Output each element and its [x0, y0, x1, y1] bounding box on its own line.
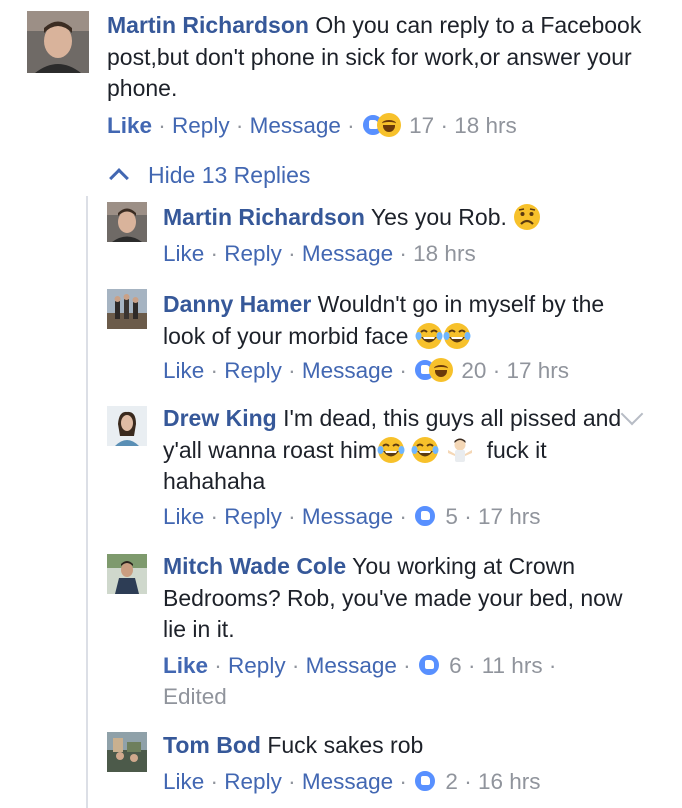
hide-replies-link[interactable]: Hide 13 Replies: [109, 160, 311, 190]
timestamp[interactable]: 17 hrs: [478, 504, 541, 529]
author-name[interactable]: Martin Richardson: [107, 12, 309, 38]
tears-of-joy-icon: [411, 436, 439, 463]
reaction-count[interactable]: 5: [445, 504, 458, 529]
tears-of-joy-icon: [377, 436, 405, 463]
reply-button[interactable]: Reply: [224, 358, 282, 383]
reaction-count[interactable]: 6: [449, 653, 462, 678]
author-name[interactable]: Mitch Wade Cole: [163, 553, 346, 579]
comment-text: Yes you Rob.: [370, 204, 507, 230]
reactions-icon[interactable]: [416, 653, 443, 677]
hide-replies-label: Hide 13 Replies: [148, 162, 311, 188]
message-button[interactable]: Message: [302, 769, 393, 794]
like-button[interactable]: Like: [107, 113, 152, 138]
top-comment: Martin Richardson Oh you can reply to a …: [0, 0, 682, 150]
avatar[interactable]: [107, 289, 147, 329]
avatar[interactable]: [27, 11, 89, 73]
comment-body: Martin Richardson Yes you Rob.: [163, 202, 643, 234]
timestamp[interactable]: 17 hrs: [506, 358, 569, 383]
author-name[interactable]: Danny Hamer: [163, 291, 311, 317]
edited-text[interactable]: Edited: [163, 684, 227, 709]
avatar[interactable]: [107, 406, 147, 446]
like-reaction-icon: [413, 769, 438, 793]
message-button[interactable]: Message: [250, 113, 341, 138]
reaction-count[interactable]: 20: [461, 358, 486, 383]
sad-face-icon: [514, 204, 541, 230]
avatar[interactable]: [107, 202, 147, 242]
author-name[interactable]: Drew King: [163, 405, 277, 431]
comment-body: Tom Bod Fuck sakes rob: [163, 730, 633, 762]
message-button[interactable]: Message: [306, 653, 397, 678]
comment-body: Drew King I'm dead, this guys all pissed…: [163, 403, 633, 498]
author-name[interactable]: Martin Richardson: [163, 204, 365, 230]
man-shrugging-icon: [447, 438, 472, 462]
comment-actions: Like · Reply · Message · 2 · 16 hrs: [163, 769, 541, 794]
timestamp[interactable]: 18 hrs: [454, 113, 517, 138]
like-button[interactable]: Like: [163, 241, 204, 266]
reply-button[interactable]: Reply: [228, 653, 286, 678]
reply-button[interactable]: Reply: [172, 113, 230, 138]
comment-text: Fuck sakes rob: [267, 732, 424, 758]
message-button[interactable]: Message: [302, 504, 393, 529]
thread-divider: [86, 196, 88, 808]
comment-body: Martin Richardson Oh you can reply to a …: [107, 10, 667, 105]
comment-actions: Like · Reply · Message · 18 hrs: [163, 241, 476, 266]
like-button[interactable]: Like: [163, 504, 204, 529]
comment-actions: Like · Reply · Message · 6 · 11 hrs ·: [163, 653, 557, 678]
reply-button[interactable]: Reply: [224, 769, 282, 794]
comment-actions: Like · Reply · Message · 20 · 17 hrs: [163, 358, 570, 383]
like-button[interactable]: Like: [163, 653, 208, 678]
timestamp[interactable]: 16 hrs: [478, 769, 541, 794]
message-button[interactable]: Message: [302, 358, 393, 383]
chevron-up-icon: [109, 168, 129, 188]
reaction-count[interactable]: 17: [409, 113, 434, 138]
avatar[interactable]: [107, 554, 147, 594]
like-reaction-icon: [416, 653, 441, 677]
timestamp[interactable]: 18 hrs: [413, 241, 476, 266]
reply-button[interactable]: Reply: [224, 241, 282, 266]
reactions-icon[interactable]: [413, 769, 439, 793]
reactions-icon[interactable]: [413, 358, 455, 382]
edited-label[interactable]: Edited: [163, 682, 227, 712]
haha-reaction-icon: [429, 358, 454, 382]
avatar[interactable]: [107, 732, 147, 772]
reactions-icon[interactable]: [360, 113, 403, 137]
comment-actions: Like · Reply · Message · 17 · 18 hrs: [107, 113, 517, 138]
reply-button[interactable]: Reply: [224, 504, 282, 529]
like-button[interactable]: Like: [163, 358, 204, 383]
comment-actions: Like · Reply · Message · 5 · 17 hrs: [163, 504, 541, 529]
like-reaction-icon: [413, 504, 438, 528]
haha-reaction-icon: [376, 113, 401, 137]
tears-of-joy-icon: [443, 322, 471, 349]
author-name[interactable]: Tom Bod: [163, 732, 261, 758]
timestamp[interactable]: 11 hrs: [482, 653, 543, 678]
message-button[interactable]: Message: [302, 241, 393, 266]
reactions-icon[interactable]: [413, 504, 439, 528]
reaction-count[interactable]: 2: [445, 769, 458, 794]
tears-of-joy-icon: [415, 322, 443, 349]
like-button[interactable]: Like: [163, 769, 204, 794]
comment-body: Danny Hamer Wouldn't go in myself by the…: [163, 289, 623, 352]
comment-body: Mitch Wade Cole You working at Crown Bed…: [163, 551, 633, 646]
